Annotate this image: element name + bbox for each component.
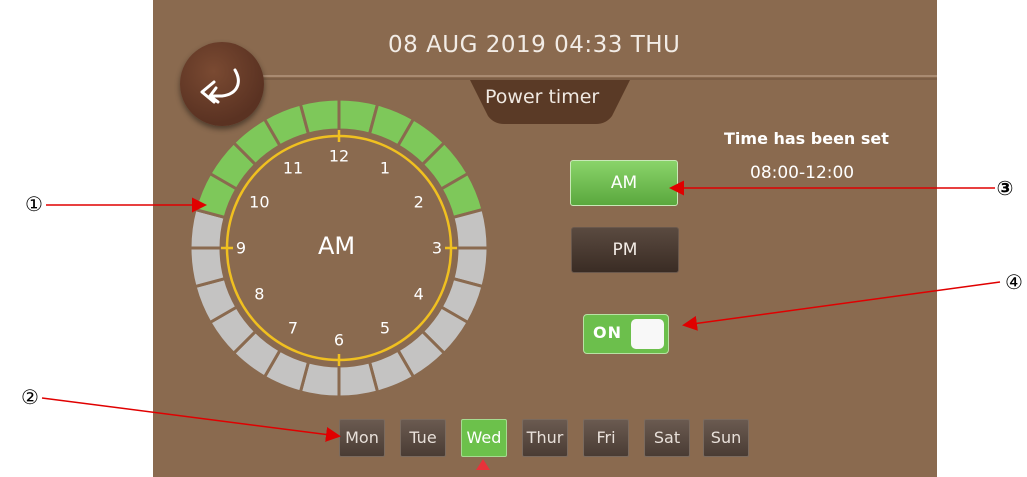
day-button-sun[interactable]: Sun: [703, 419, 749, 457]
dial-segment[interactable]: [451, 207, 490, 250]
day-button-thur[interactable]: Thur: [522, 419, 568, 457]
hour-number: 7: [287, 318, 299, 338]
hour-number: 10: [249, 192, 270, 212]
callout-1: ①: [25, 192, 43, 216]
hour-number: 8: [254, 284, 265, 304]
status-time-range: 08:00-12:00: [750, 163, 855, 183]
toggle-label: ON: [593, 323, 622, 342]
power-toggle[interactable]: ON: [583, 314, 669, 354]
day-button-tue[interactable]: Tue: [400, 419, 446, 457]
status-title: Time has been set: [724, 129, 889, 148]
hour-number: 12: [328, 146, 350, 166]
dial-segment[interactable]: [337, 360, 380, 399]
day-button-sat[interactable]: Sat: [644, 419, 690, 457]
callout-3: ③: [996, 176, 1014, 200]
hour-number: 4: [413, 284, 424, 304]
clock-period-label: AM: [318, 232, 356, 260]
hour-number: 6: [333, 330, 345, 350]
hour-number: 3: [431, 238, 443, 258]
dial-segment[interactable]: [188, 246, 227, 289]
callout-4: ④: [1005, 270, 1023, 294]
dial-segment[interactable]: [298, 97, 341, 136]
hour-number: 9: [235, 238, 247, 258]
toggle-knob: [631, 319, 664, 349]
hour-number: 5: [379, 318, 391, 338]
clock-dial: [188, 97, 490, 399]
day-button-mon[interactable]: Mon: [339, 419, 385, 457]
day-button-fri[interactable]: Fri: [583, 419, 629, 457]
day-button-wed[interactable]: Wed: [461, 419, 507, 457]
hour-number: 11: [282, 158, 304, 178]
callout-2: ②: [21, 385, 39, 409]
am-button[interactable]: AM: [570, 160, 678, 206]
hour-number: 2: [413, 192, 424, 212]
pm-button[interactable]: PM: [571, 227, 679, 273]
hour-number: 1: [379, 158, 391, 178]
